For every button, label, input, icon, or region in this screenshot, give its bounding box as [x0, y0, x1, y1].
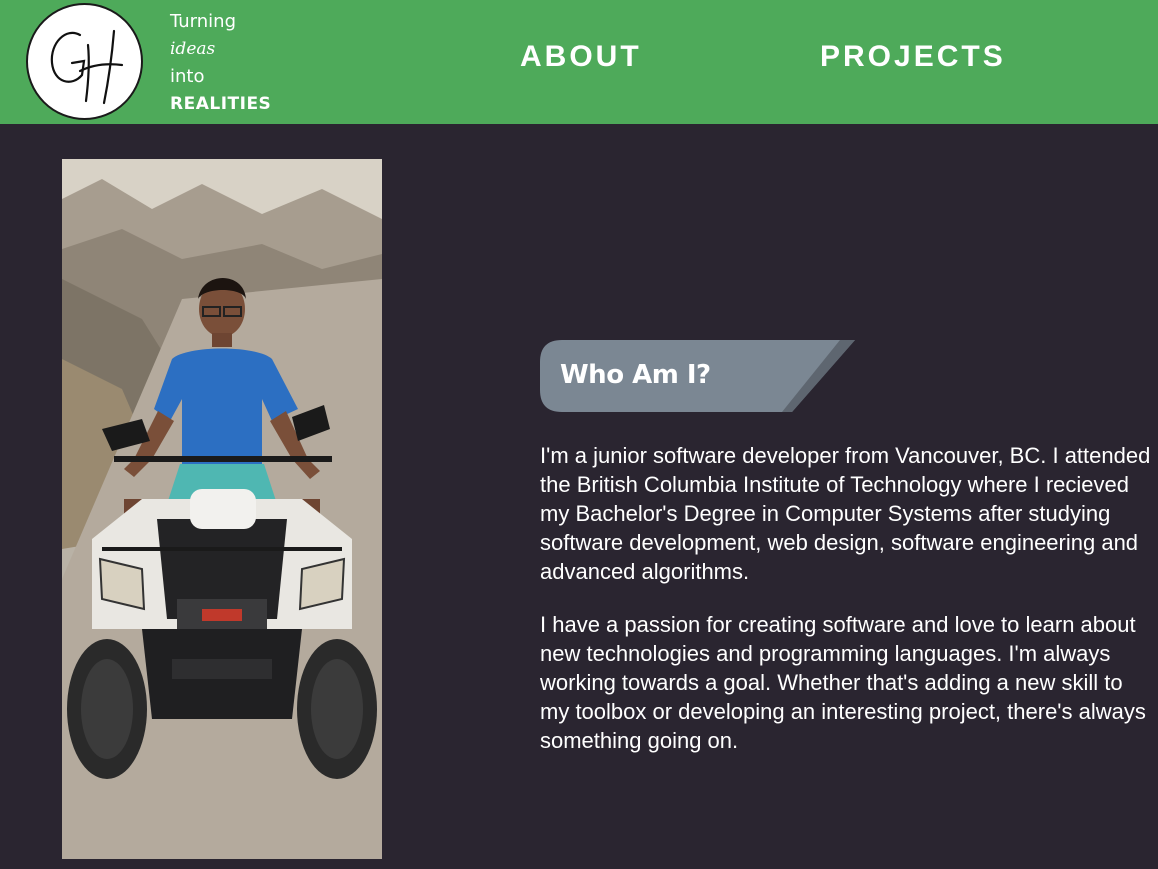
section-heading: Who Am I? [560, 360, 711, 390]
tagline: Turning ideas into REALITIES [170, 8, 271, 118]
profile-photo [62, 159, 382, 859]
section-heading-tab: Who Am I? [540, 340, 855, 412]
bio-paragraph-2: I have a passion for creating software a… [540, 612, 1146, 753]
bio-paragraph-1: I'm a junior software developer from Van… [540, 443, 1151, 584]
site-header: Turning ideas into REALITIES ABOUT PROJE… [0, 0, 1158, 124]
logo[interactable] [26, 3, 143, 120]
tagline-line-4: REALITIES [170, 93, 272, 114]
tagline-line-3: into [170, 66, 205, 87]
tagline-line-2: ideas [170, 38, 216, 59]
nav-about-link[interactable]: ABOUT [520, 40, 642, 74]
nav-projects-link[interactable]: PROJECTS [820, 40, 1006, 74]
logo-monogram-icon [50, 29, 124, 105]
tagline-line-1: Turning [170, 11, 236, 32]
